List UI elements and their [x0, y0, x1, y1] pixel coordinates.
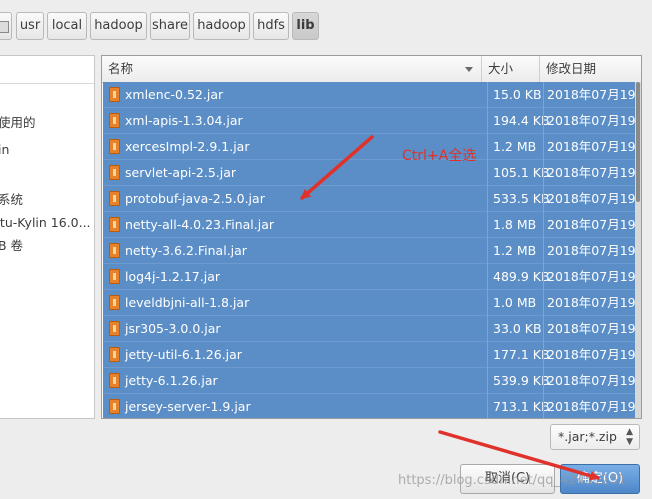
column-modified[interactable]: 修改日期 [539, 56, 641, 82]
file-row[interactable]: jersey-server-1.9.jar 713.1 KB 2018年07月19日 [103, 394, 641, 418]
file-list: 名称 大小 修改日期 xmlenc-0.52.jar 15.0 KB 2018年07… [101, 55, 642, 419]
sidebar-item-volume[interactable]: B 卷 [0, 236, 23, 256]
jar-file-icon [109, 113, 120, 128]
file-size: 194.4 KB [487, 108, 550, 134]
file-list-scrollbar[interactable] [635, 82, 641, 418]
sidebar-item-recent[interactable]: 使用的 [0, 113, 36, 133]
file-row[interactable]: leveldbjni-all-1.8.jar 1.0 MB 2018年07月19日 [103, 290, 641, 316]
file-name: protobuf-java-2.5.0.jar [125, 191, 265, 206]
places-sidebar: 使用的 in 系统 ntu-Kylin 16.0... B 卷 [0, 55, 95, 419]
file-date: 2018年07月19日 [543, 316, 641, 342]
file-name: leveldbjni-all-1.8.jar [125, 295, 250, 310]
path-bar: usr local hadoop share hadoop hdfs lib [0, 12, 652, 42]
crumb-usr[interactable]: usr [16, 12, 44, 40]
file-row[interactable]: jsr305-3.0.0.jar 33.0 KB 2018年07月19日 [103, 316, 641, 342]
jar-file-icon [109, 295, 120, 310]
file-size: 105.1 KB [487, 160, 550, 186]
sidebar-item-bin[interactable]: in [0, 140, 9, 160]
file-date: 2018年07月19日 [543, 82, 641, 108]
file-row[interactable]: log4j-1.2.17.jar 489.9 KB 2018年07月19日 [103, 264, 641, 290]
column-header: 名称 大小 修改日期 [102, 56, 641, 83]
file-name: netty-all-4.0.23.Final.jar [125, 217, 275, 232]
file-size: 1.2 MB [487, 238, 547, 264]
file-size: 1.0 MB [487, 290, 547, 316]
file-size: 33.0 KB [487, 316, 547, 342]
column-size[interactable]: 大小 [481, 56, 539, 82]
crumb-hadoop[interactable]: hadoop [90, 12, 147, 40]
sidebar-item-filesystem[interactable]: 系统 [0, 190, 23, 210]
file-date: 2018年07月19日 [543, 368, 641, 394]
file-date: 2018年07月19日 [543, 108, 641, 134]
crumb-hdfs[interactable]: hdfs [253, 12, 289, 40]
file-date: 2018年07月19日 [543, 160, 641, 186]
jar-file-icon [109, 191, 120, 206]
filesystem-icon[interactable] [0, 12, 12, 40]
file-date: 2018年07月19日 [543, 342, 641, 368]
file-name: jersey-server-1.9.jar [125, 399, 251, 414]
updown-arrows-icon: ▲ ▼ [626, 427, 633, 447]
file-size: 15.0 KB [487, 82, 547, 108]
file-date: 2018年07月19日 [543, 134, 641, 160]
file-name: xml-apis-1.3.04.jar [125, 113, 243, 128]
file-row[interactable]: servlet-api-2.5.jar 105.1 KB 2018年07月19日 [103, 160, 641, 186]
crumb-lib[interactable]: lib [292, 12, 319, 40]
file-row[interactable]: netty-all-4.0.23.Final.jar 1.8 MB 2018年07月… [103, 212, 641, 238]
jar-file-icon [109, 87, 120, 102]
file-row[interactable]: protobuf-java-2.5.0.jar 533.5 KB 2018年07月1… [103, 186, 641, 212]
file-row[interactable]: jetty-util-6.1.26.jar 177.1 KB 2018年07月19日 [103, 342, 641, 368]
file-date: 2018年07月19日 [543, 238, 641, 264]
file-row[interactable]: xml-apis-1.3.04.jar 194.4 KB 2018年07月19日 [103, 108, 641, 134]
file-size: 177.1 KB [487, 342, 550, 368]
jar-file-icon [109, 347, 120, 362]
file-date: 2018年07月19日 [543, 264, 641, 290]
file-row[interactable]: xercesImpl-2.9.1.jar 1.2 MB 2018年07月19日 [103, 134, 641, 160]
file-size: 1.8 MB [487, 212, 547, 238]
jar-file-icon [109, 165, 120, 180]
crumb-hadoop-2[interactable]: hadoop [193, 12, 250, 40]
jar-file-icon [109, 217, 120, 232]
file-row[interactable]: jetty-6.1.26.jar 539.9 KB 2018年07月19日 [103, 368, 641, 394]
jar-file-icon [109, 373, 120, 388]
sidebar-item-kylin[interactable]: ntu-Kylin 16.0... [0, 213, 91, 233]
file-name: xmlenc-0.52.jar [125, 87, 224, 102]
file-date: 2018年07月19日 [543, 394, 641, 418]
sort-down-icon [465, 67, 473, 72]
file-size: 533.5 KB [487, 186, 550, 212]
scrollbar-thumb[interactable] [636, 82, 640, 202]
jar-file-icon [109, 321, 120, 336]
column-name[interactable]: 名称 [102, 56, 481, 82]
file-date: 2018年07月19日 [543, 290, 641, 316]
crumb-share[interactable]: share [150, 12, 190, 40]
file-name: xercesImpl-2.9.1.jar [125, 139, 250, 154]
filter-value: *.jar;*.zip [558, 429, 617, 444]
file-row[interactable]: netty-3.6.2.Final.jar 1.2 MB 2018年07月19日 [103, 238, 641, 264]
file-name: jetty-util-6.1.26.jar [125, 347, 242, 362]
file-name: jetty-6.1.26.jar [125, 373, 218, 388]
annotation-label: Ctrl+A全选 [402, 148, 477, 164]
watermark: https://blog.csdn.net/qq_42451251 [398, 473, 627, 488]
jar-file-icon [109, 243, 120, 258]
crumb-local[interactable]: local [47, 12, 87, 40]
file-name: jsr305-3.0.0.jar [125, 321, 221, 336]
jar-file-icon [109, 399, 120, 414]
jar-file-icon [109, 139, 120, 154]
column-name-label: 名称 [108, 61, 134, 76]
file-date: 2018年07月19日 [543, 212, 641, 238]
sidebar-divider [0, 83, 94, 84]
file-size: 539.9 KB [487, 368, 550, 394]
file-date: 2018年07月19日 [543, 186, 641, 212]
file-row[interactable]: xmlenc-0.52.jar 15.0 KB 2018年07月19日 [103, 82, 641, 108]
file-name: servlet-api-2.5.jar [125, 165, 237, 180]
file-size: 489.9 KB [487, 264, 550, 290]
file-size: 1.2 MB [487, 134, 547, 160]
file-type-filter[interactable]: *.jar;*.zip ▲ ▼ [550, 424, 640, 450]
file-name: log4j-1.2.17.jar [125, 269, 220, 284]
file-size: 713.1 KB [487, 394, 550, 418]
jar-file-icon [109, 269, 120, 284]
file-name: netty-3.6.2.Final.jar [125, 243, 247, 258]
